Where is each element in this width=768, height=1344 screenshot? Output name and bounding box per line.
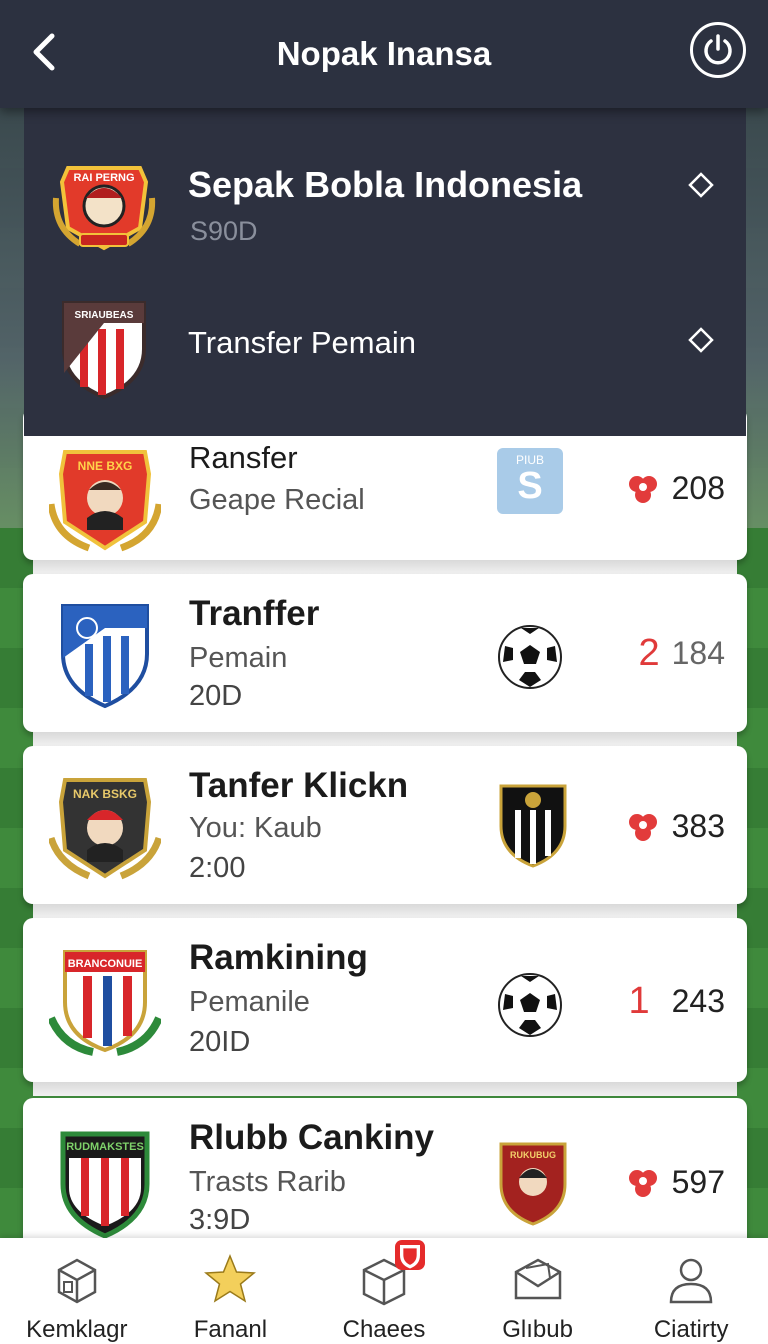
back-button[interactable]: [24, 28, 64, 76]
top-bar: Nopak Inansa: [0, 0, 768, 108]
nav-item-chaees[interactable]: Chaees: [307, 1238, 461, 1344]
card-time: 20D: [189, 680, 243, 712]
plub-s-icon: PIUB S: [497, 448, 563, 514]
chevron-left-icon: [33, 33, 55, 71]
card-title: Tranffer: [189, 594, 320, 633]
soccer-ball-icon: [498, 973, 562, 1037]
count-wrap: 383: [626, 808, 725, 845]
nav-item-kemklagr[interactable]: Kemklagr: [0, 1238, 154, 1344]
crest-text: RUDMAKSTES: [66, 1141, 144, 1153]
card-subtitle: Pemain: [189, 642, 288, 674]
card-subtitle: Geape Recial: [189, 484, 365, 516]
badge-icon: [400, 1245, 421, 1269]
rank-number: 2: [638, 632, 660, 674]
nav-label: Fananl: [193, 1316, 268, 1343]
card-divider: [33, 732, 737, 746]
soccer-ball-icon: [498, 625, 562, 689]
crest-text: RAI PERNG: [73, 172, 134, 184]
nav-label: Glıbub: [502, 1316, 573, 1343]
club-crest-icon: RUDMAKSTES: [60, 1131, 150, 1239]
nav-label: Kemklagr: [26, 1316, 128, 1343]
plub-letter: S: [517, 465, 543, 507]
count-wrap: 208: [626, 470, 725, 507]
panel-item-title: Sepak Bobla Indonesia: [188, 164, 583, 205]
panel-item-transfer[interactable]: SRIAUBEAS Transfer Pemain: [24, 293, 746, 413]
crest-text: BRANCONUIE: [68, 958, 143, 970]
red-crest-icon: RUKUBUG: [499, 1142, 567, 1226]
star-icon: [204, 1254, 257, 1303]
crest-text: NNE BXG: [78, 459, 133, 473]
count-wrap: 597: [626, 1164, 725, 1201]
panel-item-title: Transfer Pemain: [188, 325, 416, 360]
count: 184: [671, 635, 725, 671]
card-divider: [33, 560, 737, 574]
panel-item-sepak-bola[interactable]: RAI PERNG Sepak Bobla Indonesia S90D: [24, 148, 746, 268]
card-time: 3:9D: [189, 1204, 251, 1236]
count-wrap: 2 184: [638, 632, 725, 675]
page-title: Nopak Inansa: [276, 35, 492, 72]
card-title: Rlubb Cankiny: [189, 1118, 435, 1157]
black-white-crest-icon: [499, 784, 567, 868]
crest-text: RUKUBUG: [510, 1150, 556, 1160]
list-item[interactable]: Tranffer Pemain 20D 2 184: [23, 574, 747, 732]
count-wrap: 1 243: [628, 980, 725, 1023]
club-crest-icon: [61, 604, 149, 709]
envelope-icon: [514, 1258, 561, 1300]
diamond-icon[interactable]: [688, 327, 714, 353]
dropdown-panel: RAI PERNG Sepak Bobla Indonesia S90D SRI…: [24, 108, 746, 436]
count: 383: [671, 808, 725, 844]
red-flower-icon: [628, 813, 657, 841]
list-item[interactable]: BRANCONUIE Ramkining Pemanile 20ID 1 243: [23, 918, 747, 1082]
red-flower-icon: [628, 1169, 657, 1197]
package-icon: [57, 1258, 97, 1304]
red-flower-icon: [628, 475, 657, 503]
card-title: Tanfer Klickn: [189, 766, 409, 805]
count: 597: [671, 1164, 725, 1200]
card-subtitle: You: Kaub: [189, 812, 322, 844]
count: 243: [671, 983, 725, 1019]
card-subtitle: Pemanile: [189, 986, 310, 1018]
bottom-nav: Kemklagr Fananl Chaees Glıbub Ciatirty: [0, 1238, 768, 1344]
card-time: 2:00: [189, 852, 246, 884]
power-icon: [704, 34, 732, 65]
crest-text: NAK BSKG: [73, 787, 137, 801]
card-time: 20ID: [189, 1026, 251, 1058]
club-crest-icon: NAK BSKG: [49, 778, 161, 880]
list-item[interactable]: NAK BSKG Tanfer Klickn You: Kaub 2:00 38…: [23, 746, 747, 904]
club-crest-icon: RAI PERNG: [52, 166, 156, 251]
diamond-icon[interactable]: [688, 172, 714, 198]
card-title: Ramkining: [189, 938, 368, 977]
club-crest-icon: NNE BXG: [49, 450, 161, 552]
club-crest-icon: SRIAUBEAS: [62, 301, 146, 400]
nav-item-glibub[interactable]: Glıbub: [461, 1238, 615, 1344]
nav-item-ciatirty[interactable]: Ciatirty: [614, 1238, 768, 1344]
card-divider: [33, 904, 737, 918]
crest-text: SRIAUBEAS: [75, 310, 134, 321]
notification-badge: [395, 1240, 426, 1270]
rank-number: 1: [628, 980, 650, 1022]
card-title: Ransfer: [189, 440, 298, 475]
nav-label: Chaees: [342, 1316, 426, 1343]
power-button[interactable]: [690, 22, 746, 78]
club-crest-icon: BRANCONUIE: [49, 950, 161, 1056]
nav-item-fananl[interactable]: Fananl: [154, 1238, 308, 1344]
nav-label: Ciatirty: [653, 1316, 729, 1343]
card-divider: [33, 1082, 737, 1096]
card-subtitle: Trasts Rarib: [189, 1166, 346, 1198]
person-icon: [669, 1258, 713, 1304]
panel-item-subtitle: S90D: [190, 216, 258, 246]
count: 208: [671, 470, 725, 506]
